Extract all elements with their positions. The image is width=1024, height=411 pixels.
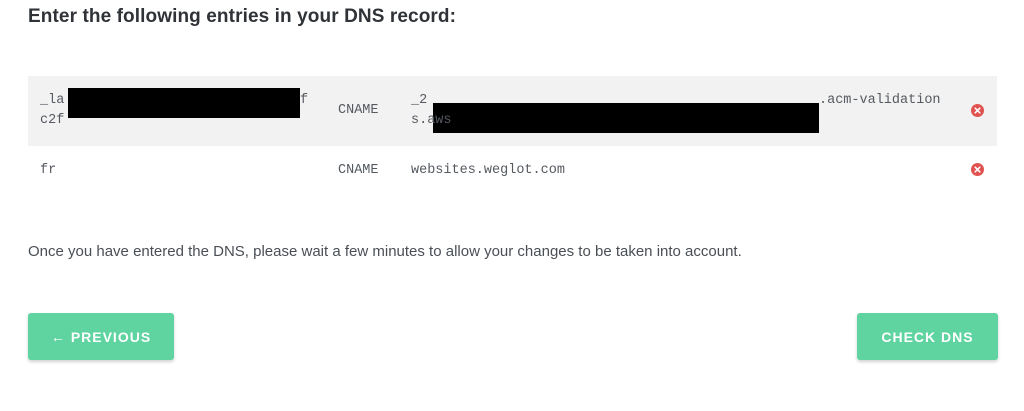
- host-text-end: f: [300, 93, 309, 108]
- page-title: Enter the following entries in your DNS …: [28, 6, 457, 27]
- dns-type-cell: CNAME: [338, 163, 379, 178]
- arrow-left-icon: ←: [50, 328, 66, 345]
- check-dns-button[interactable]: CHECK DNS: [857, 313, 998, 360]
- table-row: _la f c2f CNAME _2 .acm-validation s.aws: [28, 76, 997, 146]
- previous-button-label: PREVIOUS: [70, 328, 152, 345]
- host-text-line2: c2f: [40, 113, 65, 128]
- dns-host-cell: fr: [40, 163, 57, 178]
- info-message: Once you have entered the DNS, please wa…: [28, 243, 742, 260]
- close-circle-icon[interactable]: [971, 104, 984, 117]
- dns-records-table: _la f c2f CNAME _2 .acm-validation s.aws…: [28, 76, 997, 198]
- check-dns-button-label: CHECK DNS: [881, 328, 974, 345]
- close-circle-icon[interactable]: [971, 163, 984, 176]
- table-row: fr CNAME websites.weglot.com: [28, 146, 997, 198]
- previous-button[interactable]: ← PREVIOUS: [28, 313, 174, 360]
- host-text-start: _la: [40, 93, 65, 108]
- dns-setup-page: Enter the following entries in your DNS …: [0, 0, 1024, 411]
- redacted-value-block: [433, 103, 819, 133]
- redacted-host-block: [68, 88, 300, 118]
- value-text-end: .acm-validation: [819, 93, 941, 108]
- dns-type-cell: CNAME: [338, 103, 379, 118]
- value-text-line2: s.aws: [411, 113, 452, 128]
- dns-value-cell: websites.weglot.com: [411, 163, 565, 178]
- value-text-start: _2: [411, 93, 428, 108]
